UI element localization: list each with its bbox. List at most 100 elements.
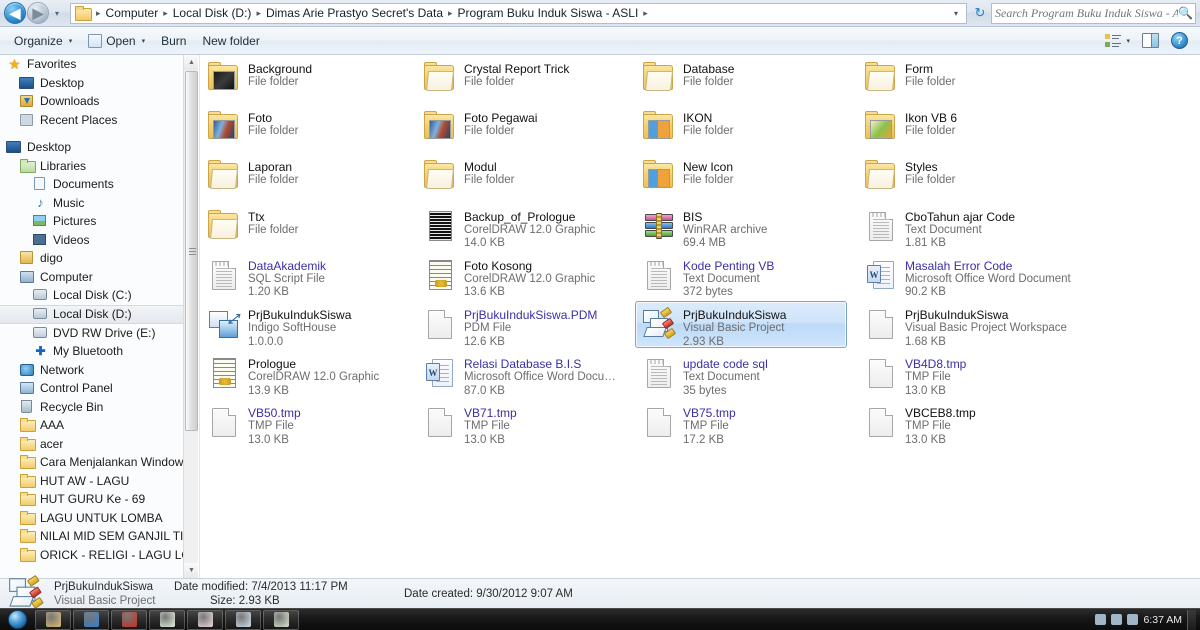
sidebar-item-desktop[interactable]: Desktop — [0, 138, 198, 157]
sidebar-item-recycle-bin[interactable]: Recycle Bin — [0, 398, 198, 417]
file-tile[interactable]: Laporan File folder — [200, 153, 412, 200]
sidebar-item-computer[interactable]: Computer — [0, 268, 198, 287]
sidebar-item-control-panel[interactable]: Control Panel — [0, 379, 198, 398]
search-input[interactable] — [995, 5, 1178, 21]
sidebar-item-pictures[interactable]: Pictures — [0, 212, 198, 231]
file-tile[interactable]: Background File folder — [200, 55, 412, 102]
breadcrumb-dropdown-icon[interactable]: ▾ — [948, 4, 964, 23]
sidebar-item-cara-menjalankan-windows-di[interactable]: Cara Menjalankan Windows Di — [0, 453, 198, 472]
excel-icon[interactable] — [149, 609, 185, 630]
volume-icon[interactable] — [1111, 614, 1123, 625]
taskbar-clock[interactable]: 6:37 AM — [1143, 614, 1182, 626]
file-tile[interactable]: DataAkademik SQL Script File 1.20 KB — [200, 252, 412, 299]
search-icon[interactable]: 🔍 — [1178, 6, 1193, 20]
sidebar-item-recent-places[interactable]: Recent Places — [0, 111, 198, 130]
scroll-down-icon[interactable]: ▼ — [184, 563, 198, 578]
file-tile[interactable]: IKON File folder — [635, 104, 847, 151]
firefox-icon[interactable] — [73, 609, 109, 630]
scroll-up-icon[interactable]: ▲ — [184, 55, 198, 70]
file-tile[interactable]: VBCEB8.tmp TMP File 13.0 KB — [857, 399, 1107, 446]
navigation-scrollbar[interactable]: ▲ ▼ — [183, 55, 198, 578]
sidebar-item-acer[interactable]: acer — [0, 435, 198, 454]
file-tile[interactable]: Foto Kosong CorelDRAW 12.0 Graphic 13.6 KB — [416, 252, 628, 299]
file-tile[interactable]: Ttx File folder — [200, 203, 412, 250]
file-tile[interactable]: Backup_of_Prologue CorelDRAW 12.0 Graphic… — [416, 203, 628, 250]
file-tile[interactable]: Crystal Report Trick File folder — [416, 55, 628, 102]
open-button[interactable]: Open ▾ — [80, 30, 153, 52]
opera-icon[interactable] — [111, 609, 147, 630]
file-tile[interactable]: Foto File folder — [200, 104, 412, 151]
scrollbar-thumb[interactable] — [185, 71, 198, 431]
file-tile[interactable]: PrjBukuIndukSiswa Visual Basic Project Wo… — [857, 301, 1107, 348]
pdf-icon[interactable] — [187, 609, 223, 630]
sidebar-item-nilai-mid-sem-ganjil-tik-2014[interactable]: NILAI MID SEM GANJIL TIK 2014 — [0, 527, 198, 546]
file-tile[interactable]: Modul File folder — [416, 153, 628, 200]
organize-button[interactable]: Organize ▾ — [6, 30, 80, 52]
sidebar-item-music[interactable]: ♪ Music — [0, 194, 198, 213]
file-tile[interactable]: W Masalah Error Code Microsoft Office Word… — [857, 252, 1107, 299]
sidebar-item-lagu-untuk-lomba[interactable]: LAGU UNTUK LOMBA — [0, 509, 198, 528]
money-icon[interactable] — [263, 609, 299, 630]
file-tile[interactable]: Prologue CorelDRAW 12.0 Graphic 13.9 KB — [200, 350, 412, 397]
file-tile[interactable]: Database File folder — [635, 55, 847, 102]
file-tile[interactable]: VB50.tmp TMP File 13.0 KB — [200, 399, 412, 446]
file-tile[interactable]: Form File folder — [857, 55, 1107, 102]
breadcrumb-item-program-buku[interactable]: Program Buku Induk Siswa - ASLI — [455, 4, 642, 23]
show-preview-pane-button[interactable] — [1136, 30, 1165, 52]
search-box[interactable]: 🔍 — [991, 2, 1196, 24]
explorer-icon[interactable] — [35, 609, 71, 630]
file-tile[interactable]: VB75.tmp TMP File 17.2 KB — [635, 399, 847, 446]
file-tile[interactable]: PrjBukuIndukSiswa.PDM PDM File 12.6 KB — [416, 301, 628, 348]
sidebar-item-local-disk-d[interactable]: Local Disk (D:) — [0, 304, 198, 324]
help-button[interactable]: ? — [1165, 30, 1194, 52]
action-center-icon[interactable] — [1127, 614, 1139, 625]
breadcrumb-item-local-disk-d[interactable]: Local Disk (D:) — [170, 4, 255, 23]
breadcrumb[interactable]: ▸ Computer ▸ Local Disk (D:) ▸ Dimas Ari… — [70, 2, 967, 24]
show-desktop-button[interactable] — [1187, 609, 1196, 630]
file-tile[interactable]: VB71.tmp TMP File 13.0 KB — [416, 399, 628, 446]
file-tile[interactable]: update code sql Text Document 35 bytes — [635, 350, 847, 397]
file-tile[interactable]: New Icon File folder — [635, 153, 847, 200]
sidebar-item-orick-religi-lagu-lomba[interactable]: ORICK - RELIGI - LAGU LOMBA — [0, 546, 198, 565]
sidebar-item-videos[interactable]: Videos — [0, 231, 198, 250]
file-tile[interactable]: CboTahun ajar Code Text Document 1.81 KB — [857, 203, 1107, 250]
file-tile[interactable]: W Relasi Database B.I.S Microsoft Office W… — [416, 350, 628, 397]
sidebar-item-desktop[interactable]: Desktop — [0, 74, 198, 93]
start-button[interactable] — [0, 609, 34, 630]
sidebar-item-downloads[interactable]: Downloads — [0, 92, 198, 111]
notepad-icon[interactable] — [225, 609, 261, 630]
sidebar-item-hut-guru-ke-69[interactable]: HUT GURU Ke - 69 — [0, 490, 198, 509]
file-tile[interactable]: Foto Pegawai File folder — [416, 104, 628, 151]
navigation-pane[interactable]: ★ Favorites Desktop Downloads Recent Places D… — [0, 55, 198, 578]
sidebar-item-aaa[interactable]: AAA — [0, 416, 198, 435]
network-icon[interactable] — [1095, 614, 1107, 625]
file-list-pane[interactable]: Background File folder Crystal Report Tric… — [199, 55, 1200, 578]
sidebar-item-local-disk-c[interactable]: Local Disk (C:) — [0, 286, 198, 305]
refresh-icon[interactable]: ↻ — [969, 3, 991, 24]
folder-icon — [424, 111, 455, 140]
file-tile[interactable]: VB4D8.tmp TMP File 13.0 KB — [857, 350, 1107, 397]
file-tile[interactable]: PrjBukuIndukSiswa Visual Basic Project 2.9… — [635, 301, 847, 348]
recent-pages-dropdown[interactable]: ▾ — [50, 3, 64, 23]
sidebar-item-digo[interactable]: digo — [0, 249, 198, 268]
sidebar-item-dvd-rw-drive-e[interactable]: DVD RW Drive (E:) — [0, 324, 198, 343]
file-tile[interactable]: Ikon VB 6 File folder — [857, 104, 1107, 151]
sidebar-item-network[interactable]: Network — [0, 361, 198, 380]
back-arrow-icon[interactable]: ◀ — [4, 2, 26, 24]
breadcrumb-item-secret-data[interactable]: Dimas Arie Prastyo Secret's Data — [263, 4, 446, 23]
file-tile[interactable]: Kode Penting VB Text Document 372 bytes — [635, 252, 847, 299]
sidebar-item-documents[interactable]: Documents — [0, 175, 198, 194]
file-tile[interactable]: ⤢ PrjBukuIndukSiswa Indigo SoftHouse 1.0.0.… — [200, 301, 412, 348]
breadcrumb-item-computer[interactable]: Computer — [103, 4, 162, 23]
sidebar-item-hut-aw-lagu[interactable]: HUT AW - LAGU — [0, 472, 198, 491]
file-tile[interactable]: BIS WinRAR archive 69.4 MB — [635, 203, 847, 250]
forward-arrow-icon[interactable]: ▶ — [27, 2, 49, 24]
sidebar-item-label: Computer — [40, 269, 93, 284]
sidebar-item-favorites[interactable]: ★ Favorites — [0, 55, 198, 74]
sidebar-item-my-bluetooth[interactable]: ✚ My Bluetooth — [0, 342, 198, 361]
sidebar-item-libraries[interactable]: Libraries — [0, 157, 198, 176]
new-folder-button[interactable]: New folder — [194, 30, 267, 52]
file-tile[interactable]: Styles File folder — [857, 153, 1107, 200]
change-view-button[interactable]: ▾ — [1099, 30, 1136, 52]
burn-button[interactable]: Burn — [153, 30, 194, 52]
